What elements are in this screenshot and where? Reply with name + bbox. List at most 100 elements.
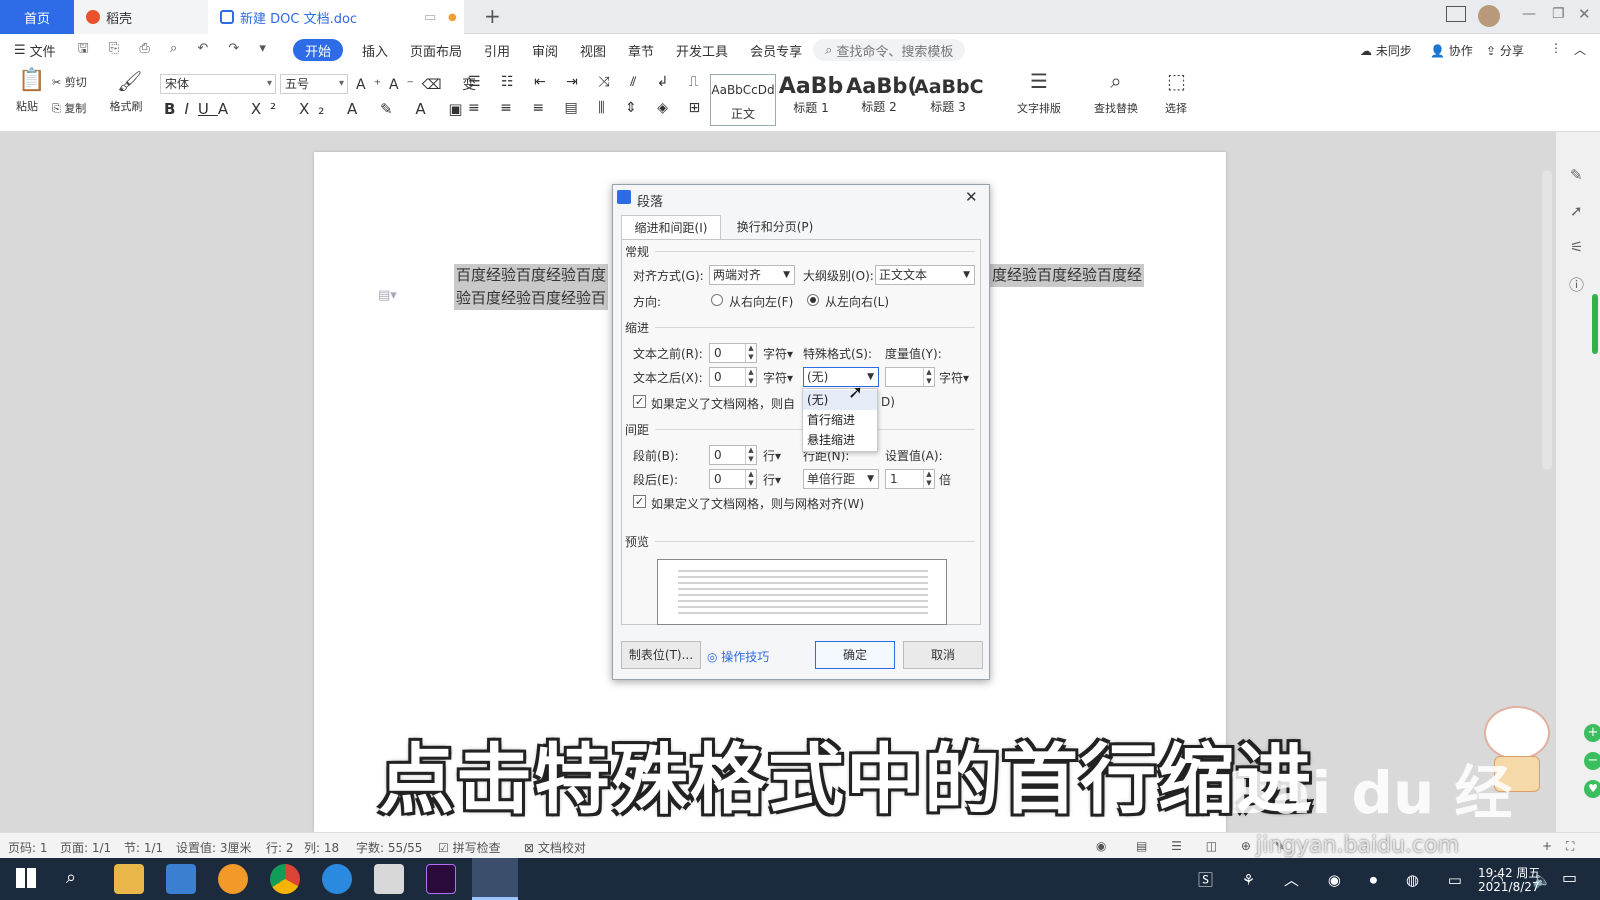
rtl-label[interactable]: 从右向左(F): [729, 293, 793, 310]
style-normal[interactable]: AaBbCcDd 正文: [710, 74, 776, 126]
align-buttons[interactable]: ≡ ≡ ≡ ▤ ⫼ ⇕ ◈ ⊞: [468, 100, 708, 116]
add-green-icon[interactable]: +: [1584, 724, 1600, 742]
font-size-select[interactable]: 五号: [280, 74, 348, 94]
premiere-icon[interactable]: [426, 864, 456, 894]
tips-link[interactable]: ◎ 操作技巧: [707, 648, 769, 665]
spinner-icon[interactable]: ▲ ▼: [923, 368, 934, 386]
menu-chapter[interactable]: 章节: [617, 39, 665, 61]
close-window-icon[interactable]: ✕: [1578, 5, 1591, 23]
ok-button[interactable]: 确定: [815, 641, 895, 669]
ltr-label[interactable]: 从左向右(L): [825, 293, 889, 310]
measure-unit[interactable]: 字符▾: [939, 369, 969, 386]
file-explorer-icon[interactable]: [114, 864, 144, 894]
document-text-line-1[interactable]: 百度经验百度经验百度: [454, 264, 609, 287]
proof-toggle[interactable]: ⊠ 文档校对: [524, 839, 586, 856]
rtl-radio[interactable]: [711, 294, 723, 306]
unsync-button[interactable]: ☁ 未同步: [1360, 42, 1412, 59]
eye-icon[interactable]: ◉: [1096, 839, 1106, 853]
line-spacing-select[interactable]: 单倍行距 ▼: [803, 469, 879, 489]
app-office-icon[interactable]: [374, 864, 404, 894]
menu-file[interactable]: 文件: [30, 39, 67, 61]
dropdown-option-first-line[interactable]: 首行缩进: [803, 410, 877, 430]
chrome-icon[interactable]: [270, 864, 300, 894]
window-layout-icon[interactable]: [1446, 6, 1466, 22]
help-icon[interactable]: ⓘ: [1569, 274, 1584, 295]
document-text-line-1-right[interactable]: 度经验百度经验百度经: [990, 264, 1145, 287]
menu-insert[interactable]: 插入: [351, 39, 399, 61]
measure-input[interactable]: ▲ ▼: [885, 367, 935, 387]
clock-date[interactable]: 2021/8/27: [1478, 880, 1540, 894]
ltr-radio[interactable]: [807, 294, 819, 306]
style-heading-3[interactable]: AaBbC 标题 3: [914, 74, 984, 126]
format-painter-button[interactable]: 🖌 格式刷: [106, 71, 146, 114]
green-side-tab[interactable]: [1592, 294, 1598, 354]
spinner-icon[interactable]: ▲ ▼: [923, 470, 934, 488]
app-orange-icon[interactable]: [218, 864, 248, 894]
pointer-icon[interactable]: ➚: [1570, 202, 1583, 220]
menu-devtools[interactable]: 开发工具: [665, 39, 739, 61]
fullscreen-icon[interactable]: ⛶: [1566, 839, 1574, 854]
find-replace-button[interactable]: ⌕ 查找替换: [1086, 71, 1146, 116]
dropdown-option-hanging[interactable]: 悬挂缩进: [803, 430, 877, 450]
space-before-unit[interactable]: 行▾: [763, 447, 781, 464]
spinner-icon[interactable]: ▲ ▼: [745, 470, 756, 488]
minus-green-icon[interactable]: −: [1584, 752, 1600, 770]
font-size-buttons[interactable]: A⁺A⁻⌫ 变: [356, 74, 484, 94]
tab-docer[interactable]: 稻壳: [74, 0, 208, 34]
style-heading-2[interactable]: AaBb( 标题 2: [846, 74, 917, 126]
quick-access-icons[interactable]: 🖫 ⎘ ⎙ ⌕ ↶ ↷ ▾: [67, 39, 285, 61]
notification-icon[interactable]: ▭: [1562, 868, 1577, 887]
tab-home[interactable]: 首页: [0, 0, 74, 34]
special-format-select[interactable]: (无) ▼: [803, 367, 879, 387]
status-words[interactable]: 字数: 55/55: [356, 839, 422, 856]
avatar[interactable]: [1478, 5, 1500, 27]
paste-button[interactable]: 📋 粘贴: [10, 70, 45, 114]
restore-icon[interactable]: ❐: [1552, 6, 1565, 22]
windows-start-icon[interactable]: [16, 868, 36, 888]
search-icon[interactable]: ⌕: [66, 867, 76, 888]
menu-reference[interactable]: 引用: [473, 39, 521, 61]
set-value-input[interactable]: 1 ▲ ▼: [885, 469, 935, 489]
cut-button[interactable]: ✂ 剪切: [52, 74, 87, 90]
sliders-icon[interactable]: ⚟: [1570, 238, 1583, 256]
zoom-in-icon[interactable]: +: [1542, 839, 1552, 853]
copy-button[interactable]: ⎘ 复制: [52, 100, 86, 116]
paragraph-handle-icon[interactable]: ▤▾: [378, 288, 397, 303]
menu-review[interactable]: 审阅: [521, 39, 569, 61]
style-heading-1[interactable]: AaBb 标题 1: [778, 74, 844, 126]
spinner-icon[interactable]: ▲ ▼: [745, 344, 756, 362]
pen-icon[interactable]: ✎: [1570, 166, 1583, 184]
dropdown-option-none[interactable]: (无): [803, 390, 877, 410]
more-icon[interactable]: ⋮: [1550, 41, 1562, 55]
new-tab-button[interactable]: +: [484, 4, 501, 28]
collab-button[interactable]: 👤 协作: [1430, 42, 1473, 59]
spinner-icon[interactable]: ▲ ▼: [745, 446, 756, 464]
scroll-thumb[interactable]: [1542, 170, 1552, 470]
hamburger-icon[interactable]: ☰: [0, 39, 30, 61]
text-format-buttons[interactable]: BIUA X² X₂ A ✎ A ▣: [164, 100, 472, 118]
document-text-line-2[interactable]: 验百度经验百度经验百: [454, 287, 609, 310]
select-button[interactable]: ⬚ 选择: [1156, 71, 1196, 116]
spinner-icon[interactable]: ▲ ▼: [745, 368, 756, 386]
spell-check-toggle[interactable]: ☑ 拼写检查: [438, 839, 501, 856]
after-text-input[interactable]: 0 ▲ ▼: [709, 367, 757, 387]
collapse-ribbon-icon[interactable]: ︿: [1574, 41, 1586, 58]
dialog-close-icon[interactable]: ✕: [965, 188, 978, 206]
space-after-input[interactable]: 0 ▲ ▼: [709, 469, 757, 489]
grid-align-checkbox[interactable]: ✓: [633, 495, 646, 508]
menu-view[interactable]: 视图: [569, 39, 617, 61]
wps-writer-icon[interactable]: [472, 858, 518, 900]
text-layout-button[interactable]: ☰ 文字排版: [1010, 71, 1068, 116]
outline-select[interactable]: 正文文本 ▼: [875, 265, 975, 285]
before-text-input[interactable]: 0 ▲ ▼: [709, 343, 757, 363]
clock-time[interactable]: 19:42 周五: [1478, 864, 1540, 881]
heart-green-icon[interactable]: ♥: [1584, 780, 1600, 798]
tab-float-icon[interactable]: ▭: [424, 10, 436, 25]
grid-indent-checkbox[interactable]: ✓: [633, 395, 646, 408]
tab-line-page[interactable]: 换行和分页(P): [725, 215, 825, 239]
app-s-icon[interactable]: [322, 864, 352, 894]
align-select[interactable]: 两端对齐 ▼: [709, 265, 795, 285]
menu-vip[interactable]: 会员专享: [739, 39, 813, 61]
minimize-icon[interactable]: —: [1522, 6, 1536, 22]
grid-indent-label[interactable]: 如果定义了文档网格，则自: [651, 395, 795, 412]
